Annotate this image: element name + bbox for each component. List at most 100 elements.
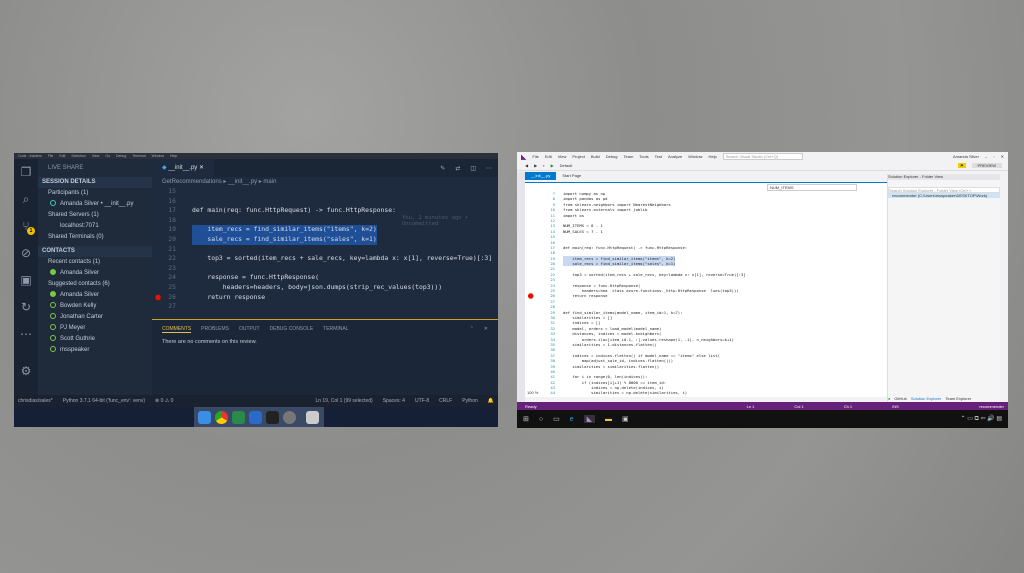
menu-item[interactable]: Code - Insiders <box>18 154 42 158</box>
code-line[interactable]: 44 similarities = np.delete(similarities… <box>525 390 887 395</box>
tab-start-page[interactable]: Start Page <box>556 172 587 180</box>
start-icon[interactable]: ⊞ <box>523 415 529 423</box>
code-line[interactable]: 25 headers=headers, body=json.dumps(stri… <box>152 283 498 293</box>
contact-item[interactable]: Bowden Kelly <box>38 301 152 312</box>
file-explorer-icon[interactable]: ▬ <box>605 416 612 423</box>
close-icon[interactable]: ✕ <box>199 165 204 171</box>
menu-item[interactable]: Team <box>624 154 634 159</box>
split-editor-icon[interactable]: ◫ <box>470 165 476 172</box>
code-line[interactable]: 15 <box>152 187 498 197</box>
minimize-icon[interactable]: – <box>985 154 987 159</box>
cursor-position[interactable]: Ln 19, Col 1 (99 selected) <box>315 398 372 404</box>
extensions-icon[interactable]: ▣ <box>14 267 38 294</box>
debug-icon[interactable]: ⊘ <box>14 240 38 267</box>
gear-icon[interactable]: ⚙ <box>14 358 38 385</box>
search-input[interactable]: Search Visual Studio (Ctrl+Q) <box>722 153 803 160</box>
tab-debug-console[interactable]: DEBUG CONSOLE <box>270 326 314 333</box>
tab-problems[interactable]: PROBLEMS <box>201 326 229 333</box>
problems-count[interactable]: ⊗ 0 ⚠ 0 <box>155 398 173 404</box>
menu-item[interactable]: Window <box>688 154 702 159</box>
shared-servers[interactable]: Shared Servers (1) <box>38 210 152 221</box>
tab-terminal[interactable]: TERMINAL <box>323 326 348 333</box>
branch[interactable]: chrisdias/sales* <box>18 398 53 404</box>
session-details-header[interactable]: SESSION DETAILS <box>38 177 152 188</box>
contact-item[interactable]: msspeaker <box>38 345 152 356</box>
menu-item[interactable]: Debug <box>116 154 126 158</box>
code-lines[interactable]: 15 16 17 def main(req: func.HttpRequest) ->… <box>152 187 498 312</box>
menu-item[interactable]: File <box>532 154 538 159</box>
code-editor[interactable]: NUM_ITEMS 7 import numpy as np 8 import pan… <box>525 182 887 397</box>
breadcrumb[interactable]: GetRecommendations ▸ __init__.py ▸ main <box>152 177 498 187</box>
menu-item[interactable]: Window <box>152 154 164 158</box>
member-dropdown[interactable]: NUM_ITEMS <box>767 184 857 191</box>
cortana-icon[interactable]: ○ <box>539 416 543 423</box>
finder-icon[interactable] <box>198 410 211 424</box>
vscode-icon[interactable] <box>249 410 262 424</box>
tab-output[interactable]: OUTPUT <box>239 326 260 333</box>
close-icon[interactable]: ✕ <box>484 326 488 333</box>
close-icon[interactable]: ✕ <box>1001 154 1008 159</box>
pin-icon[interactable]: ✎ <box>440 165 445 172</box>
code-line[interactable]: 26 return response <box>152 292 498 303</box>
suggested-contacts[interactable]: Suggested contacts (6) <box>38 279 152 290</box>
menu-item[interactable]: Test <box>655 154 662 159</box>
menu-item[interactable]: Go <box>105 154 110 158</box>
zoom-level[interactable]: 100 % <box>527 390 538 395</box>
maximize-icon[interactable]: ▫ <box>993 154 994 159</box>
tab-comments[interactable]: COMMENTS <box>162 326 192 333</box>
back-icon[interactable]: ◀ <box>525 163 528 168</box>
trash-icon[interactable] <box>306 410 319 424</box>
contact-item[interactable]: Jonathan Carter <box>38 312 152 323</box>
code-line[interactable]: 23 <box>152 264 498 274</box>
contact-item[interactable]: Scott Guthrie <box>38 334 152 345</box>
menu-item[interactable]: Help <box>708 154 716 159</box>
menu-item[interactable]: Edit <box>59 154 65 158</box>
menu-item[interactable]: View <box>92 154 100 158</box>
user-name[interactable]: Amanda Silver <box>953 154 979 159</box>
save-icon[interactable]: ▪ <box>543 163 544 168</box>
participant[interactable]: Amanda Silver • __init__.py <box>38 199 152 210</box>
indent[interactable]: Spaces: 4 <box>383 398 405 404</box>
encoding[interactable]: UTF-8 <box>415 398 429 404</box>
server-item[interactable]: localhost:7071 <box>38 221 152 232</box>
menu-item[interactable]: Help <box>170 154 177 158</box>
edge-icon[interactable]: e <box>570 416 574 423</box>
code-line[interactable]: 22 top3 = sorted(item_recs + sale_recs, … <box>152 254 498 264</box>
feedback-icon[interactable]: ⚑ <box>957 163 966 168</box>
shared-terminals[interactable]: Shared Terminals (0) <box>38 232 152 243</box>
menu-item[interactable]: Analyze <box>668 154 682 159</box>
tab-init-py[interactable]: __init__.py <box>525 172 557 180</box>
chrome-icon[interactable] <box>215 410 228 424</box>
terminal-icon[interactable] <box>266 410 279 424</box>
live-share-icon[interactable]: ⇄ <box>455 165 460 172</box>
more-icon[interactable]: ⋯ <box>14 321 38 348</box>
bell-icon[interactable]: 🔔 <box>488 398 494 404</box>
eol[interactable]: CRLF <box>439 398 452 404</box>
tab-init-py[interactable]: ◆ __init__.py ✕ <box>152 159 215 177</box>
menu-item[interactable]: Project <box>572 154 584 159</box>
participants[interactable]: Participants (1) <box>38 188 152 199</box>
menu-item[interactable]: Build <box>591 154 600 159</box>
search-icon[interactable]: ⌕ <box>14 186 38 213</box>
menu-item[interactable]: View <box>558 154 567 159</box>
menu-item[interactable]: Debug <box>606 154 618 159</box>
code-line[interactable]: 16 <box>152 197 498 207</box>
live-share-icon[interactable]: ↻ <box>14 294 38 321</box>
source-control-icon[interactable]: ⑂ 1 <box>14 213 38 240</box>
more-icon[interactable]: ⋯ <box>486 165 492 172</box>
interpreter[interactable]: Python 3.7.1 64-bit ('func_env': venv) <box>63 398 145 404</box>
language[interactable]: Python <box>462 398 478 404</box>
menu-item[interactable]: File <box>48 154 54 158</box>
system-preferences-icon[interactable] <box>283 410 296 424</box>
menu-item[interactable]: Selection <box>71 154 85 158</box>
start-icon[interactable]: ▶ <box>551 163 554 168</box>
code-line[interactable]: 20 sale_recs = find_similar_items("sales… <box>152 234 498 245</box>
code-lines[interactable]: 7 import numpy as np 8 import pandas as pd 9… <box>525 183 887 396</box>
app-icon[interactable]: ▣ <box>622 415 629 423</box>
repo-name[interactable]: recommender <box>979 404 1008 409</box>
explorer-icon[interactable]: ❐ <box>14 159 38 186</box>
code-line[interactable]: 21 <box>152 245 498 255</box>
task-view-icon[interactable]: ▭ <box>553 415 560 423</box>
recent-contacts[interactable]: Recent contacts (1) <box>38 257 152 268</box>
chevron-up-icon[interactable]: ⌃ <box>470 326 474 333</box>
